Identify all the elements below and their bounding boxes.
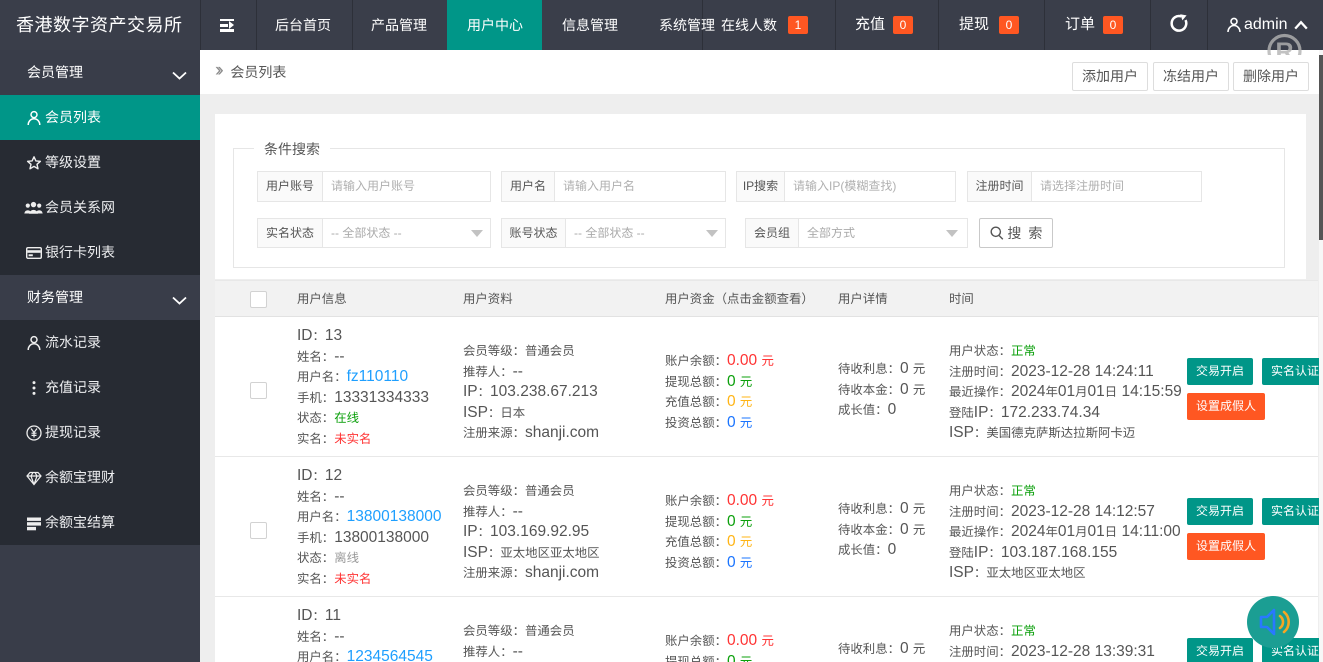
svg-text:R: R <box>1275 38 1293 55</box>
